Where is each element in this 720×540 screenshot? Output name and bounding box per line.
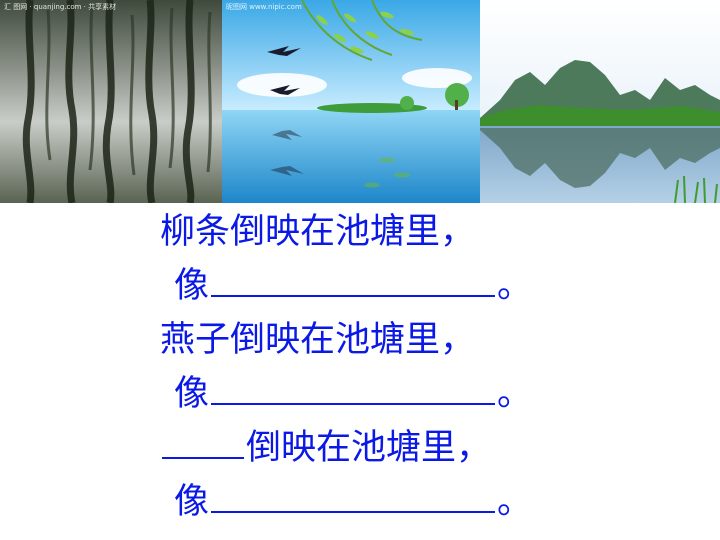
willow-reflection-photo: 汇 图网 · quanjing.com · 共享素材 — [0, 0, 222, 203]
poem-line-2-prefix: 像 — [174, 266, 210, 306]
swallow-photo-watermark: 昵图网 www.nipic.com — [226, 3, 302, 11]
mountain-river-photo — [480, 0, 720, 203]
poem-line-2-suffix: 。 — [497, 266, 533, 306]
poem-line-4-prefix: 像 — [174, 374, 210, 414]
fill-in-blank-1[interactable] — [211, 265, 496, 297]
poem-line-5-text: 倒映在池塘里， — [246, 428, 492, 468]
poem-line-3: 燕子倒映在池塘里， — [160, 320, 476, 360]
swallow-lake-photo: 昵图网 www.nipic.com — [222, 0, 480, 203]
poem-line-6-suffix: 。 — [497, 482, 533, 522]
willow-photo-watermark: 汇 图网 · quanjing.com · 共享素材 — [4, 3, 117, 11]
poem-line-1: 柳条倒映在池塘里， — [160, 212, 476, 252]
poem-line-6-prefix: 像 — [174, 482, 210, 522]
fill-in-blank-4[interactable] — [211, 481, 496, 513]
fill-in-blank-2[interactable] — [211, 373, 496, 405]
fill-in-blank-3[interactable] — [162, 427, 244, 459]
poem-line-2: 像。 — [160, 259, 560, 313]
poem-line-4-suffix: 。 — [497, 374, 533, 414]
poem-line-5: 倒映在池塘里， — [160, 421, 560, 475]
poem-line-6: 像。 — [160, 475, 560, 529]
poem-text-block: 柳条倒映在池塘里， 像。 燕子倒映在池塘里， 像。 倒映在池塘里， 像。 — [160, 205, 560, 529]
poem-line-4: 像。 — [160, 367, 560, 421]
